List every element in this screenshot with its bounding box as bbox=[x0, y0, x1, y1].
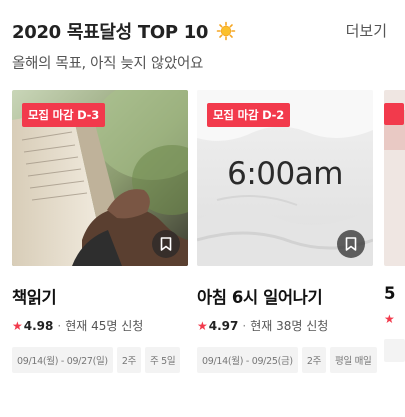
challenge-card[interactable]: 6:00am 모집 마감 D-2 아침 6시 일어나기 ★ 4.97 · 현재 … bbox=[197, 90, 377, 373]
bookmark-icon bbox=[345, 237, 357, 251]
tag-frequency: 주 5일 bbox=[145, 347, 181, 373]
challenge-card-partial[interactable]: 5 ★ bbox=[384, 90, 405, 362]
deadline-badge: 모집 마감 D-2 bbox=[207, 103, 291, 127]
star-icon: ★ bbox=[384, 312, 395, 326]
section-subtitle: 올해의 목표, 아직 늦지 않았어요 bbox=[12, 56, 204, 72]
separator-dot: · bbox=[57, 318, 62, 333]
tag-duration: 2주 bbox=[301, 347, 327, 373]
tag-period bbox=[384, 339, 405, 362]
bookmark-icon bbox=[160, 237, 172, 251]
separator-dot: · bbox=[242, 318, 247, 333]
card-carousel[interactable]: 모집 마감 D-3 책읽기 ★ 4.98 · 현재 45명 신청 09/14(월… bbox=[0, 90, 405, 390]
participant-count: 현재 45명 신청 bbox=[65, 319, 144, 333]
card-title[interactable]: 5 bbox=[384, 284, 405, 303]
section-header: 2020 목표달성 TOP 10 더보기 bbox=[12, 18, 393, 48]
rating-value: 4.98 bbox=[23, 318, 54, 333]
star-icon: ★ bbox=[197, 318, 208, 333]
rating-row: ★ 4.98 · 현재 45명 신청 bbox=[12, 317, 188, 334]
challenge-card[interactable]: 모집 마감 D-3 책읽기 ★ 4.98 · 현재 45명 신청 09/14(월… bbox=[12, 90, 188, 373]
deadline-badge bbox=[384, 103, 404, 125]
clock-text: 6:00am bbox=[227, 156, 343, 192]
tag-frequency: 평일 매일 bbox=[330, 347, 377, 373]
bookmark-button[interactable] bbox=[337, 230, 365, 258]
star-icon: ★ bbox=[12, 318, 23, 333]
sun-icon bbox=[216, 21, 236, 41]
tag-period: 09/14(월) - 09/27(일) bbox=[12, 347, 113, 373]
card-image-wakeup[interactable]: 6:00am 모집 마감 D-2 bbox=[197, 90, 373, 266]
section-title: 2020 목표달성 TOP 10 bbox=[12, 18, 236, 44]
card-image-reading[interactable]: 모집 마감 D-3 bbox=[12, 90, 188, 266]
tag-list: 09/14(월) - 09/25(금) 2주 평일 매일 bbox=[197, 347, 377, 373]
tag-list bbox=[384, 339, 405, 362]
tag-list: 09/14(월) - 09/27(일) 2주 주 5일 bbox=[12, 347, 188, 373]
tag-duration: 2주 bbox=[116, 347, 142, 373]
rating-row: ★ bbox=[384, 312, 405, 326]
bookmark-button[interactable] bbox=[152, 230, 180, 258]
participant-count: 현재 38명 신청 bbox=[250, 319, 329, 333]
rating-value: 4.97 bbox=[208, 318, 239, 333]
more-link[interactable]: 더보기 bbox=[346, 20, 387, 41]
rating-row: ★ 4.97 · 현재 38명 신청 bbox=[197, 317, 373, 334]
card-title[interactable]: 아침 6시 일어나기 bbox=[197, 284, 373, 308]
tag-period: 09/14(월) - 09/25(금) bbox=[197, 347, 298, 373]
card-image-partial[interactable] bbox=[384, 90, 405, 266]
section-title-text: 2020 목표달성 TOP 10 bbox=[12, 22, 209, 43]
card-title[interactable]: 책읽기 bbox=[12, 284, 188, 308]
deadline-badge: 모집 마감 D-3 bbox=[22, 103, 106, 127]
